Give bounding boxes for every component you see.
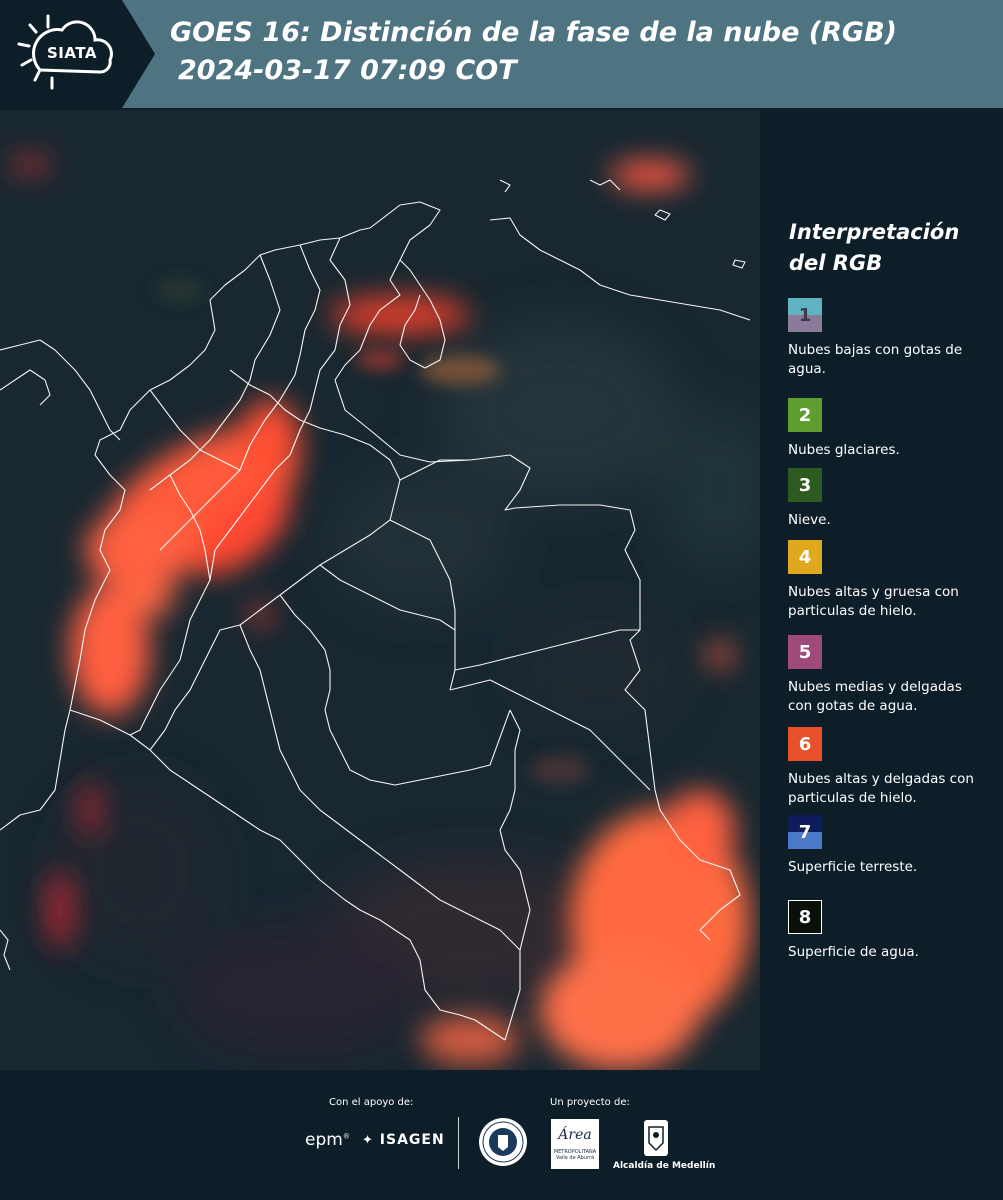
isagen-logo-text: ISAGEN — [379, 1132, 445, 1148]
legend-item-8: 8 Superficie de agua. — [788, 900, 988, 962]
legend-label: Nubes medias y delgadas con gotas de agu… — [788, 679, 962, 714]
epm-logo: epm® — [305, 1130, 350, 1150]
legend-item-3: 3 Nieve. — [788, 468, 988, 530]
legend-number: 5 — [798, 641, 812, 663]
legend-panel: Interpretación del RGB 1 Nubes bajas con … — [760, 110, 1003, 1070]
legend-item-7: 7 Superficie terreste. — [788, 815, 988, 877]
legend-item-5: 5 Nubes medias y delgadas con gotas de ag… — [788, 635, 988, 716]
legend-swatch: 3 — [788, 468, 822, 502]
legend-swatch: 1 — [788, 298, 822, 332]
alcaldia-shield-icon — [643, 1119, 669, 1157]
legend-label: Nieve. — [788, 512, 831, 528]
legend-number: 2 — [798, 404, 812, 426]
area-metropolitana-logo: Área METROPOLITANA Valle de Aburrá — [551, 1119, 599, 1169]
footer-divider — [458, 1117, 459, 1169]
logo-text: SIATA — [47, 44, 98, 62]
page-timestamp: 2024-03-17 07:09 COT — [178, 55, 517, 86]
legend-swatch: 4 — [788, 540, 822, 574]
legend-title-line2: del RGB — [789, 251, 883, 275]
legend-label: Superficie de agua. — [788, 944, 919, 960]
legend-item-1: 1 Nubes bajas con gotas de agua. — [788, 298, 988, 379]
legend-number: 1 — [798, 304, 812, 326]
legend-title-line1: Interpretación — [789, 220, 960, 244]
support-label: Con el apoyo de: — [329, 1097, 414, 1108]
page-title: GOES 16: Distinción de la fase de la nub… — [170, 17, 897, 48]
satellite-map — [0, 110, 760, 1070]
legend-label: Superficie terreste. — [788, 859, 918, 875]
area-logo-sub2: Valle de Aburrá — [555, 1155, 595, 1161]
legend-number: 4 — [798, 546, 812, 568]
legend-item-2: 2 Nubes glaciares. — [788, 398, 988, 460]
legend-item-4: 4 Nubes altas y gruesa con particulas de … — [788, 540, 988, 621]
legend-label: Nubes altas y gruesa con particulas de h… — [788, 584, 959, 619]
header: SIATA GOES 16: Distinción de la fase de … — [0, 0, 1003, 108]
legend-number: 8 — [798, 906, 812, 928]
university-seal-icon — [478, 1117, 528, 1167]
alcaldia-label: Alcaldía de Medellín — [613, 1161, 716, 1171]
legend-label: Nubes glaciares. — [788, 442, 900, 458]
legend-swatch: 8 — [788, 900, 822, 934]
epm-logo-text: epm — [305, 1130, 343, 1150]
legend-number: 6 — [798, 733, 812, 755]
legend-item-6: 6 Nubes altas y delgadas con particulas d… — [788, 727, 988, 808]
legend-label: Nubes bajas con gotas de agua. — [788, 342, 963, 377]
isagen-logo: ✦ ISAGEN — [362, 1132, 445, 1148]
footer: Con el apoyo de: Un proyecto de: epm® ✦ … — [0, 1070, 1003, 1200]
area-logo-title: Área — [558, 1127, 592, 1143]
legend-swatch: 2 — [788, 398, 822, 432]
legend-swatch: 5 — [788, 635, 822, 669]
legend-label: Nubes altas y delgadas con particulas de… — [788, 771, 974, 806]
isagen-mark-icon: ✦ — [362, 1133, 374, 1148]
siata-logo: SIATA — [0, 0, 155, 108]
legend-swatch: 6 — [788, 727, 822, 761]
project-label: Un proyecto de: — [550, 1097, 630, 1108]
legend-number: 7 — [798, 821, 812, 843]
legend-number: 3 — [798, 474, 812, 496]
legend-title: Interpretación del RGB — [789, 217, 959, 279]
legend-swatch: 7 — [788, 815, 822, 849]
